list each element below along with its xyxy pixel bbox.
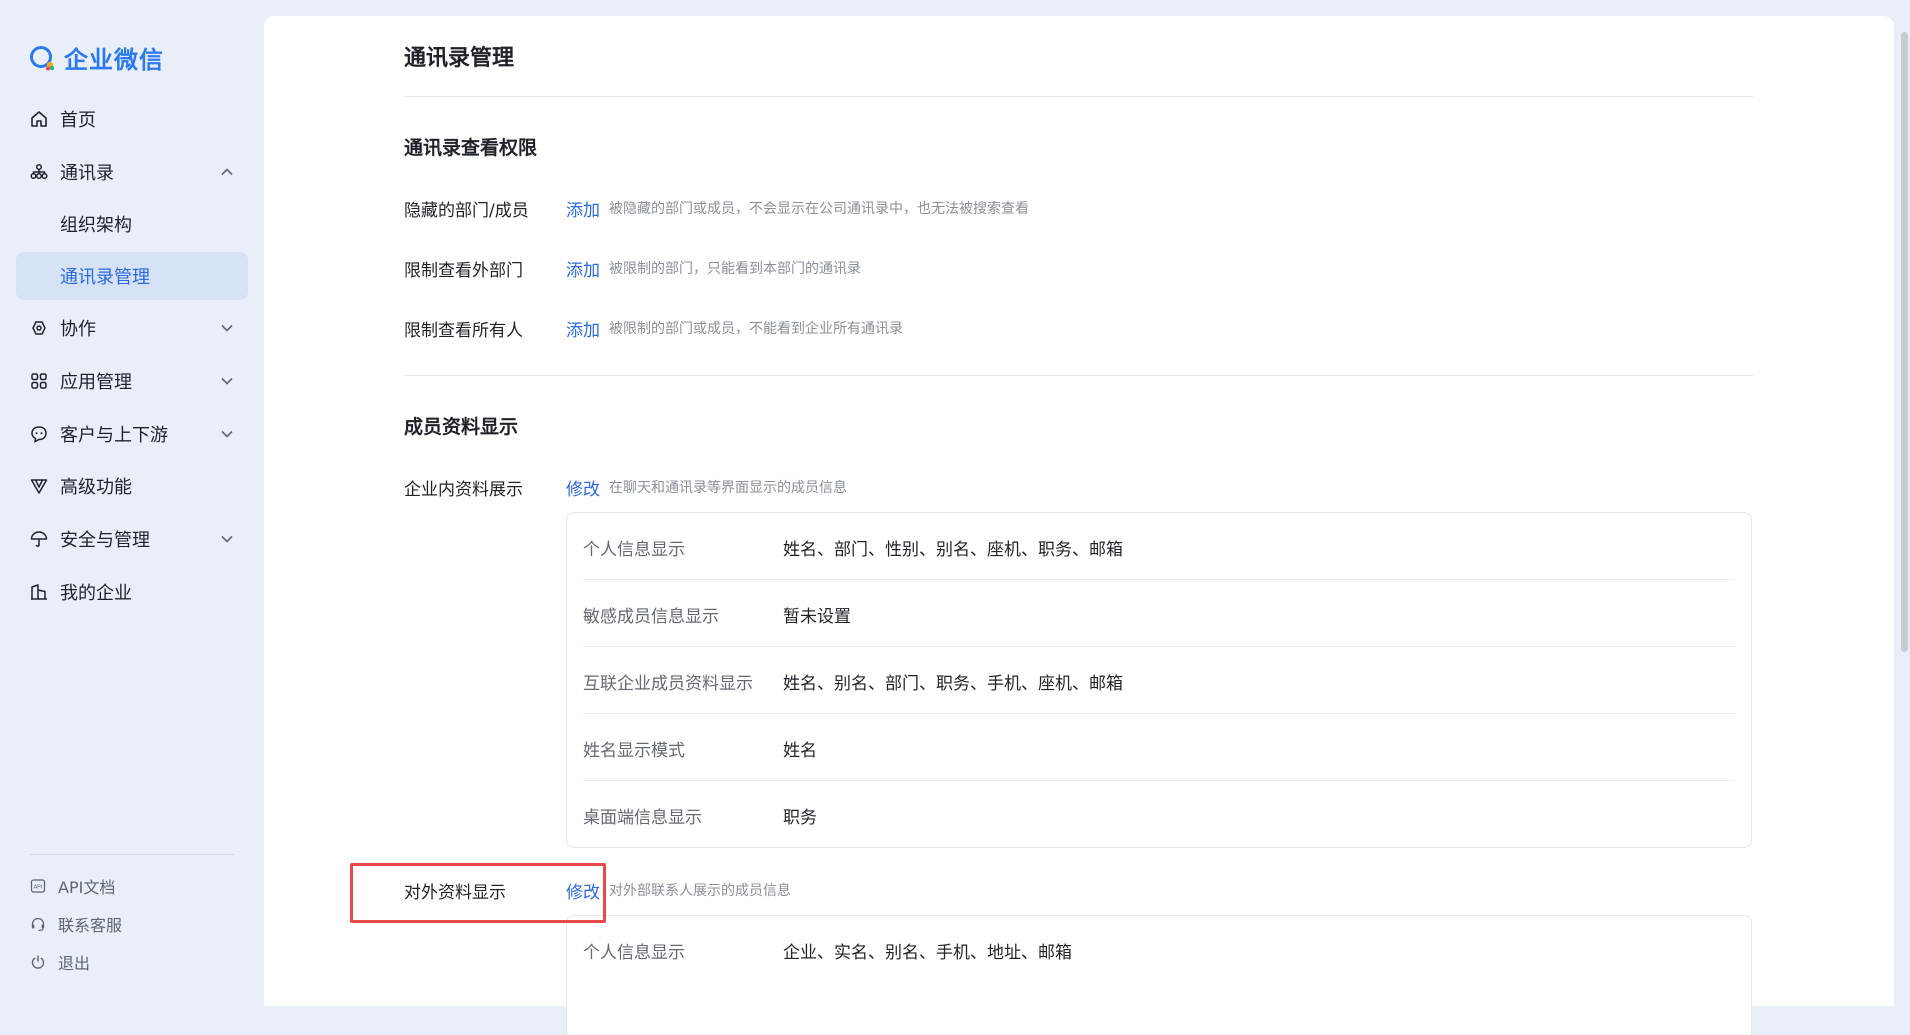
info-row: 个人信息显示 姓名、部门、性别、别名、座机、职务、邮箱 — [583, 513, 1735, 580]
info-row-value: 职务 — [783, 808, 817, 828]
wecom-logo-icon — [30, 45, 55, 70]
restrict-other-dept-add-link[interactable]: 添加 — [566, 256, 600, 281]
page-title: 通讯录管理 — [404, 46, 515, 71]
info-row-key: 桌面端信息显示 — [583, 808, 702, 828]
external-display-hint: 对外部联系人展示的成员信息 — [609, 883, 791, 899]
info-row: 桌面端信息显示 职务 — [583, 781, 1735, 847]
internal-display-label: 企业内资料展示 — [404, 480, 523, 500]
info-row-value: 姓名、部门、性别、别名、座机、职务、邮箱 — [783, 540, 1123, 560]
logout-label: 退出 — [58, 954, 91, 973]
internal-display-edit-link[interactable]: 修改 — [566, 475, 600, 500]
sidebar-item-org-structure[interactable]: 组织架构 — [16, 200, 248, 248]
info-row-value: 姓名 — [783, 741, 817, 761]
restrict-all-label: 限制查看所有人 — [404, 321, 523, 341]
logout-link[interactable]: 退出 — [30, 948, 90, 976]
info-row-key: 个人信息显示 — [583, 540, 685, 560]
sidebar-item-collaboration[interactable]: 协作 — [16, 304, 248, 352]
apps-grid-icon — [30, 372, 48, 390]
section-divider — [404, 375, 1754, 376]
hidden-members-label: 隐藏的部门/成员 — [404, 201, 529, 221]
info-row-value: 姓名、别名、部门、职务、手机、座机、邮箱 — [783, 674, 1123, 694]
sidebar-item-security[interactable]: 安全与管理 — [16, 515, 248, 563]
sidebar-item-customers[interactable]: 客户与上下游 — [16, 410, 248, 458]
info-row-key: 姓名显示模式 — [583, 741, 685, 761]
sidebar-item-label: 通讯录 — [60, 163, 114, 184]
sidebar-item-label: 我的企业 — [60, 583, 132, 604]
chevron-up-icon — [221, 168, 233, 176]
info-row: 姓名显示模式 姓名 — [583, 714, 1735, 781]
sidebar-item-label: 协作 — [60, 319, 96, 340]
hidden-members-add-link[interactable]: 添加 — [566, 196, 600, 221]
restrict-other-dept-hint: 被限制的部门，只能看到本部门的通讯录 — [609, 261, 861, 277]
hidden-members-hint: 被隐藏的部门或成员，不会显示在公司通讯录中，也无法被搜索查看 — [609, 201, 1029, 217]
info-row-key: 个人信息显示 — [583, 943, 685, 963]
umbrella-icon — [30, 530, 48, 548]
api-docs-label: API文档 — [58, 878, 116, 897]
section-title-member-display: 成员资料显示 — [404, 416, 519, 438]
internal-display-box: 个人信息显示 姓名、部门、性别、别名、座机、职务、邮箱 敏感成员信息显示 暂未设… — [566, 512, 1752, 848]
section-title-view-permission: 通讯录查看权限 — [404, 137, 538, 159]
chevron-down-icon — [221, 430, 233, 438]
headset-icon — [30, 916, 46, 932]
sidebar-item-app-management[interactable]: 应用管理 — [16, 357, 248, 405]
sidebar-item-label: 首页 — [60, 110, 96, 131]
info-row-value: 暂未设置 — [783, 607, 851, 627]
org-chart-icon — [30, 163, 48, 181]
building-icon — [30, 583, 48, 601]
home-icon — [30, 110, 48, 128]
contact-support-link[interactable]: 联系客服 — [30, 910, 122, 938]
restrict-all-add-link[interactable]: 添加 — [566, 316, 600, 341]
collaboration-icon — [30, 319, 48, 337]
sidebar-item-contacts-management[interactable]: 通讯录管理 — [16, 252, 248, 300]
svg-text:API: API — [34, 885, 43, 891]
sidebar-item-contacts[interactable]: 通讯录 — [16, 148, 248, 196]
internal-display-hint: 在聊天和通讯录等界面显示的成员信息 — [609, 480, 847, 496]
info-row: 互联企业成员资料显示 姓名、别名、部门、职务、手机、座机、邮箱 — [583, 647, 1735, 714]
sidebar-item-my-enterprise[interactable]: 我的企业 — [16, 568, 248, 616]
chevron-down-icon — [221, 324, 233, 332]
sidebar-item-label: 高级功能 — [60, 477, 132, 498]
sidebar: 企业微信 首页 通讯录 组织架构 通讯录管理 协作 应用管理 客户与上下游 高级… — [0, 0, 262, 993]
sidebar-item-home[interactable]: 首页 — [16, 95, 248, 143]
scrollbar-thumb[interactable] — [1901, 32, 1908, 652]
scrollbar[interactable] — [1900, 16, 1910, 993]
advanced-feature-icon — [30, 477, 48, 495]
api-doc-icon: API — [30, 878, 46, 894]
sidebar-item-label: 组织架构 — [60, 215, 132, 236]
power-icon — [30, 954, 46, 970]
info-row-key: 互联企业成员资料显示 — [583, 674, 753, 694]
api-docs-link[interactable]: API API文档 — [30, 872, 115, 900]
highlight-annotation-box — [350, 863, 606, 923]
external-display-box: 个人信息显示 企业、实名、别名、手机、地址、邮箱 — [566, 915, 1752, 1035]
app-name: 企业微信 — [64, 46, 164, 74]
contact-support-label: 联系客服 — [58, 916, 123, 935]
sidebar-item-label: 应用管理 — [60, 372, 132, 393]
customer-chat-icon — [30, 425, 48, 443]
info-row-key: 敏感成员信息显示 — [583, 607, 719, 627]
sidebar-divider — [30, 854, 234, 855]
chevron-down-icon — [221, 535, 233, 543]
sidebar-item-advanced[interactable]: 高级功能 — [16, 462, 248, 510]
sidebar-item-label: 通讯录管理 — [60, 267, 150, 288]
info-row: 个人信息显示 企业、实名、别名、手机、地址、邮箱 — [583, 916, 1735, 982]
restrict-all-hint: 被限制的部门或成员，不能看到企业所有通讯录 — [609, 321, 903, 337]
chevron-down-icon — [221, 377, 233, 385]
wecom-logo[interactable]: 企业微信 — [28, 40, 164, 75]
main-content: 通讯录管理 通讯录查看权限 隐藏的部门/成员 添加 被隐藏的部门或成员，不会显示… — [264, 16, 1894, 1035]
sidebar-item-label: 安全与管理 — [60, 530, 150, 551]
title-divider — [404, 96, 1754, 97]
info-row: 敏感成员信息显示 暂未设置 — [583, 580, 1735, 647]
restrict-other-dept-label: 限制查看外部门 — [404, 261, 523, 281]
info-row-value: 企业、实名、别名、手机、地址、邮箱 — [783, 943, 1072, 963]
sidebar-item-label: 客户与上下游 — [60, 425, 168, 446]
